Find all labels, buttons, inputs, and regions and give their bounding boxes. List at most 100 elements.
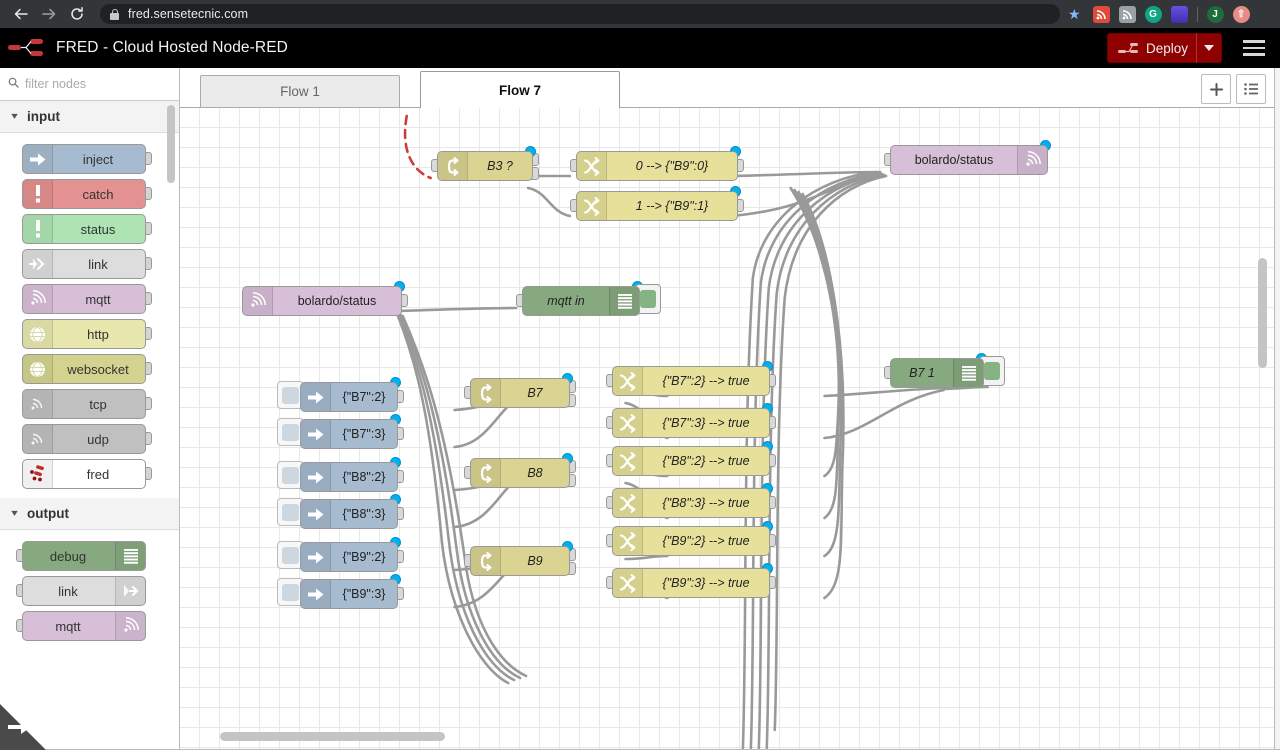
forward-arrow-icon[interactable]: [36, 1, 62, 27]
palette-category-output[interactable]: ▾ output: [0, 498, 179, 530]
flow-node-label: {"B8":3}: [331, 507, 397, 521]
tab-flow-7[interactable]: Flow 7: [420, 71, 620, 108]
palette-node-input-inject[interactable]: inject: [22, 144, 146, 174]
flow-node-sw_b9[interactable]: B9: [470, 546, 570, 576]
flow-node-label: {"B7":2} --> true: [643, 374, 769, 388]
palette-node-output-mqtt[interactable]: mqtt: [22, 611, 146, 641]
add-flow-button[interactable]: [1201, 74, 1231, 104]
palette-category-label: input: [27, 109, 60, 124]
rss-red-extension[interactable]: [1093, 6, 1110, 23]
palette-node-input-status[interactable]: status: [22, 214, 146, 244]
url-text: fred.sensetecnic.com: [128, 7, 248, 21]
flow-tabbar: Flow 1 Flow 7: [180, 68, 1274, 108]
link-out-icon: [115, 577, 145, 605]
flow-list-button[interactable]: [1236, 74, 1266, 104]
hamburger-menu-icon[interactable]: [1232, 40, 1276, 56]
flow-node-mq_in[interactable]: bolardo/status: [242, 286, 402, 316]
palette-node-label: websocket: [53, 362, 145, 377]
flow-node-dbg_mqtt[interactable]: mqtt in: [522, 286, 640, 316]
flow-node-inj_b93[interactable]: {"B9":3}: [300, 579, 398, 609]
purple-extension[interactable]: [1171, 6, 1188, 23]
flow-node-label: 0 --> {"B9":0}: [607, 159, 737, 173]
palette-category-input[interactable]: ▾ input: [0, 101, 179, 133]
update-avatar[interactable]: ⇧: [1233, 6, 1250, 23]
flow-node-dbg_b71[interactable]: B7 1: [890, 358, 984, 388]
address-bar[interactable]: fred.sensetecnic.com: [100, 4, 1060, 24]
tab-flow-1[interactable]: Flow 1: [200, 75, 400, 107]
node-palette: ▾ input inject catch status link: [0, 68, 180, 749]
reload-icon[interactable]: [64, 1, 90, 27]
bookmark-star-icon[interactable]: ★: [1068, 6, 1081, 23]
flow-node-ch_b73[interactable]: {"B7":3} --> true: [612, 408, 770, 438]
inject-arrow-icon: [301, 543, 331, 571]
palette-node-label: mqtt: [23, 619, 115, 634]
grammarly-extension[interactable]: G: [1145, 6, 1162, 23]
palette-category-body-input: inject catch status link mqtt: [0, 133, 179, 498]
switch-icon: [471, 547, 501, 575]
palette-node-input-mqtt[interactable]: mqtt: [22, 284, 146, 314]
flow-node-inj_b92[interactable]: {"B9":2}: [300, 542, 398, 572]
change-icon: [577, 192, 607, 220]
change-icon: [613, 489, 643, 517]
flow-node-b3q[interactable]: B3 ?: [437, 151, 533, 181]
deploy-button[interactable]: Deploy: [1107, 33, 1196, 63]
palette-node-output-link[interactable]: link: [22, 576, 146, 606]
flow-node-label: {"B8":2}: [331, 470, 397, 484]
mqtt-wave-icon: [23, 285, 53, 313]
palette-node-input-http[interactable]: http: [22, 319, 146, 349]
flow-canvas[interactable]: B3 ? 0 --> {"B9":0} 1 --> {"B9":1} bolar…: [180, 108, 1274, 749]
flow-node-ch_b93[interactable]: {"B9":3} --> true: [612, 568, 770, 598]
flow-node-ch_b72[interactable]: {"B7":2} --> true: [612, 366, 770, 396]
palette-node-input-tcp[interactable]: tcp: [22, 389, 146, 419]
workspace: Flow 1 Flow 7: [180, 68, 1274, 749]
palette-node-input-catch[interactable]: catch: [22, 179, 146, 209]
flow-node-label: B9: [501, 554, 569, 568]
right-sidebar-strip: [1274, 68, 1280, 749]
deploy-dropdown-button[interactable]: [1196, 33, 1222, 63]
flow-node-label: {"B7":3}: [331, 427, 397, 441]
flow-node-ch_b9_0[interactable]: 0 --> {"B9":0}: [576, 151, 738, 181]
palette-node-output-debug[interactable]: debug: [22, 541, 146, 571]
canvas-vertical-scrollbar[interactable]: [1258, 258, 1267, 368]
back-arrow-icon[interactable]: [8, 1, 34, 27]
exclamation-icon: [23, 215, 53, 243]
palette-node-input-link[interactable]: link: [22, 249, 146, 279]
mqtt-wave-icon: [115, 612, 145, 640]
palette-node-label: link: [23, 584, 115, 599]
search-input[interactable]: [25, 77, 171, 91]
palette-node-input-fred[interactable]: fred: [22, 459, 146, 489]
inject-arrow-icon: [301, 383, 331, 411]
node-red-logo: [0, 37, 56, 59]
canvas-horizontal-scrollbar[interactable]: [220, 732, 445, 741]
inject-arrow-icon: [301, 463, 331, 491]
inject-arrow-icon: [301, 420, 331, 448]
chevron-down-icon: [1204, 45, 1214, 52]
palette-node-label: fred: [53, 467, 145, 482]
mqtt-wave-icon: [243, 287, 273, 315]
flow-node-ch_b82[interactable]: {"B8":2} --> true: [612, 446, 770, 476]
palette-node-label: link: [53, 257, 145, 272]
flow-node-inj_b73[interactable]: {"B7":3}: [300, 419, 398, 449]
flow-node-sw_b7[interactable]: B7: [470, 378, 570, 408]
flow-node-ch_b83[interactable]: {"B8":3} --> true: [612, 488, 770, 518]
app-header: FRED - Cloud Hosted Node-RED Deploy: [0, 28, 1280, 68]
exclamation-icon: [23, 180, 53, 208]
palette-category-label: output: [27, 506, 69, 521]
palette-scrollbar[interactable]: [167, 105, 175, 183]
palette-node-label: catch: [53, 187, 145, 202]
palette-node-input-websocket[interactable]: websocket: [22, 354, 146, 384]
flow-node-inj_b83[interactable]: {"B8":3}: [300, 499, 398, 529]
flow-node-ch_b92[interactable]: {"B9":2} --> true: [612, 526, 770, 556]
flow-node-ch_b9_1[interactable]: 1 --> {"B9":1}: [576, 191, 738, 221]
extensions-area: G J ⇧: [1093, 6, 1252, 23]
flow-node-label: B7: [501, 386, 569, 400]
main-area: ▾ input inject catch status link: [0, 68, 1280, 749]
flow-node-inj_b72[interactable]: {"B7":2}: [300, 382, 398, 412]
change-icon: [613, 527, 643, 555]
palette-node-input-udp[interactable]: udp: [22, 424, 146, 454]
flow-node-sw_b8[interactable]: B8: [470, 458, 570, 488]
flow-node-mq_out1[interactable]: bolardo/status: [890, 145, 1048, 175]
rss-gray-extension[interactable]: [1119, 6, 1136, 23]
flow-node-inj_b82[interactable]: {"B8":2}: [300, 462, 398, 492]
profile-avatar[interactable]: J: [1207, 6, 1224, 23]
